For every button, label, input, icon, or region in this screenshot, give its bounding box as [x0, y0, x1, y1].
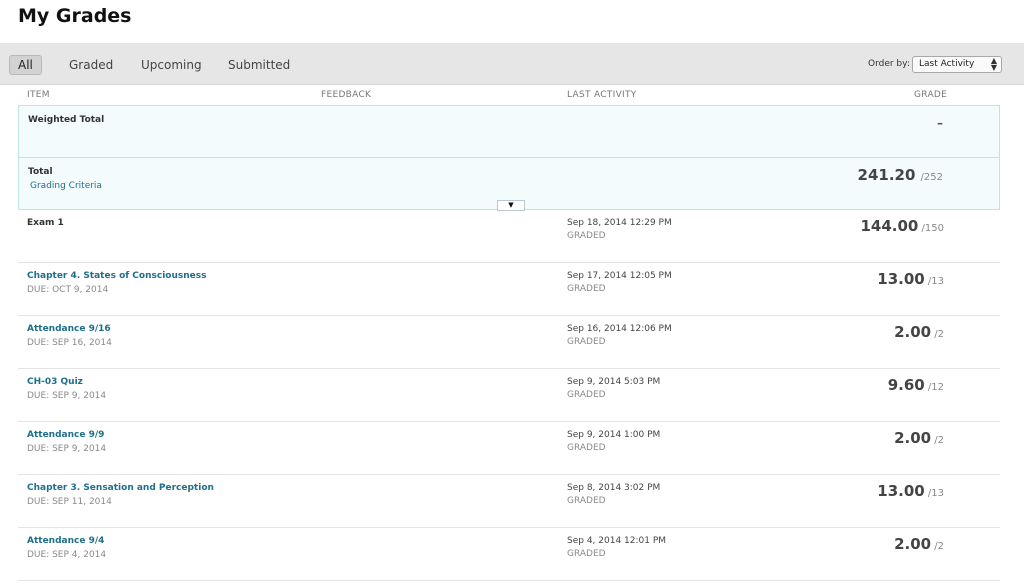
item-due-date: DUE: SEP 11, 2014	[27, 497, 112, 507]
grade-max: /13	[924, 276, 944, 287]
total-max: /252	[920, 172, 943, 183]
filter-tab-graded[interactable]: Graded	[61, 55, 121, 75]
select-arrows-icon: ▲ ▼	[990, 56, 997, 72]
grade-max: /2	[931, 541, 944, 552]
item-due-date: DUE: SEP 4, 2014	[27, 550, 107, 560]
activity-status: GRADED	[567, 284, 606, 294]
col-item: ITEM	[27, 90, 50, 100]
filter-bar: All Graded Upcoming Submitted Order by: …	[0, 43, 1024, 85]
order-by-selected: Last Activity	[919, 59, 975, 69]
item-title[interactable]: Attendance 9/16	[27, 324, 111, 334]
order-by-label: Order by:	[868, 59, 910, 69]
item-title: Exam 1	[27, 218, 64, 228]
item-grade: 144.00 /150	[860, 216, 944, 235]
grade-score: 9.60	[887, 376, 925, 394]
order-by-select[interactable]: Last Activity ▲ ▼	[912, 56, 1002, 73]
activity-date: Sep 16, 2014 12:06 PM	[567, 324, 672, 334]
table-row: Attendance 9/4 DUE: SEP 4, 2014 Sep 4, 201…	[18, 528, 1000, 581]
activity-status: GRADED	[567, 443, 606, 453]
item-title[interactable]: Chapter 4. States of Consciousness	[27, 271, 206, 281]
activity-status: GRADED	[567, 231, 606, 241]
activity-status: GRADED	[567, 337, 606, 347]
grade-max: /12	[924, 382, 944, 393]
item-grade: 2.00 /2	[894, 428, 944, 447]
filter-tab-submitted[interactable]: Submitted	[220, 55, 298, 75]
page-title: My Grades	[18, 5, 132, 27]
item-grade: 2.00 /2	[894, 534, 944, 553]
activity-date: Sep 18, 2014 12:29 PM	[567, 218, 672, 228]
item-due-date: DUE: SEP 9, 2014	[27, 391, 107, 401]
grade-score: 144.00	[860, 217, 919, 235]
grade-max: /13	[924, 488, 944, 499]
item-grade: 13.00 /13	[877, 269, 944, 288]
column-headers: ITEM FEEDBACK LAST ACTIVITY GRADE	[18, 85, 1000, 105]
col-feedback: FEEDBACK	[321, 90, 372, 100]
grade-score: 13.00	[877, 482, 925, 500]
item-grade: 2.00 /2	[894, 322, 944, 341]
activity-date: Sep 4, 2014 12:01 PM	[567, 536, 667, 546]
item-title[interactable]: Attendance 9/9	[27, 430, 104, 440]
total-grade: 241.20 /252	[858, 165, 943, 184]
grade-max: /150	[918, 223, 944, 234]
grade-score: 13.00	[877, 270, 925, 288]
weighted-total-row: Weighted Total –	[18, 105, 1000, 158]
item-due-date: DUE: SEP 9, 2014	[27, 444, 107, 454]
table-row: Chapter 3. Sensation and Perception DUE: …	[18, 475, 1000, 528]
title-bar: My Grades	[0, 0, 1024, 43]
grade-max: /2	[931, 435, 944, 446]
table-row: CH-03 Quiz DUE: SEP 9, 2014 Sep 9, 2014 5:…	[18, 369, 1000, 422]
activity-status: GRADED	[567, 496, 606, 506]
item-grade: 13.00 /13	[877, 481, 944, 500]
table-row: Attendance 9/9 DUE: SEP 9, 2014 Sep 9, 201…	[18, 422, 1000, 475]
item-title[interactable]: CH-03 Quiz	[27, 377, 83, 387]
activity-date: Sep 17, 2014 12:05 PM	[567, 271, 672, 281]
activity-status: GRADED	[567, 549, 606, 559]
grade-score: 2.00	[894, 429, 932, 447]
weighted-total-value: –	[937, 116, 943, 130]
activity-date: Sep 8, 2014 3:02 PM	[567, 483, 661, 493]
item-due-date: DUE: SEP 16, 2014	[27, 338, 112, 348]
item-title[interactable]: Chapter 3. Sensation and Perception	[27, 483, 214, 493]
item-due-date: DUE: OCT 9, 2014	[27, 285, 109, 295]
activity-date: Sep 9, 2014 5:03 PM	[567, 377, 661, 387]
weighted-total-label: Weighted Total	[28, 115, 105, 125]
grade-score: 2.00	[894, 323, 932, 341]
activity-date: Sep 9, 2014 1:00 PM	[567, 430, 661, 440]
table-row: Chapter 4. States of Consciousness DUE: O…	[18, 263, 1000, 316]
table-row: Attendance 9/16 DUE: SEP 16, 2014 Sep 16, …	[18, 316, 1000, 369]
total-score: 241.20	[857, 166, 916, 184]
col-last-activity: LAST ACTIVITY	[567, 90, 637, 100]
activity-status: GRADED	[567, 390, 606, 400]
grade-max: /2	[931, 329, 944, 340]
item-title[interactable]: Attendance 9/4	[27, 536, 104, 546]
table-row: Exam 1 Sep 18, 2014 12:29 PM GRADED 144.00 …	[18, 210, 1000, 263]
item-grade: 9.60 /12	[888, 375, 944, 394]
col-grade: GRADE	[914, 90, 948, 100]
total-label: Total	[28, 167, 53, 177]
filter-tab-all[interactable]: All	[9, 55, 42, 75]
grade-score: 2.00	[894, 535, 932, 553]
filter-tab-upcoming[interactable]: Upcoming	[133, 55, 210, 75]
grading-criteria-link[interactable]: Grading Criteria	[30, 181, 102, 191]
